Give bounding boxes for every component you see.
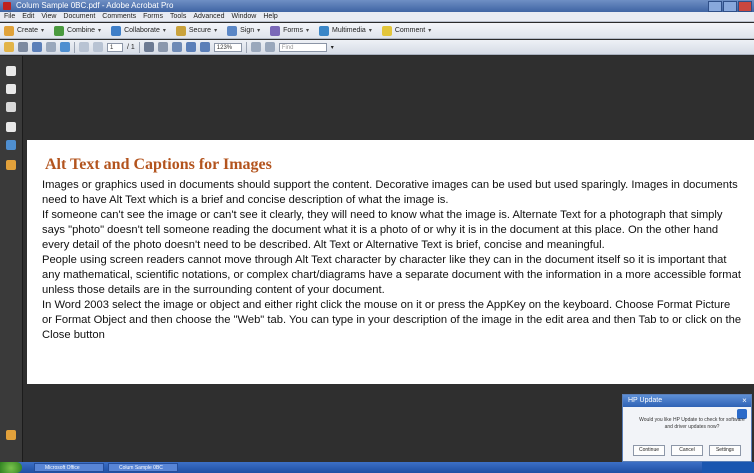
navigation-pane [0,56,23,462]
close-window-button[interactable] [738,1,752,12]
save-icon[interactable] [32,42,42,52]
open-folder-icon[interactable] [4,42,14,52]
fit-width-icon[interactable] [264,42,275,52]
page-number-input[interactable]: 1 [107,42,123,52]
acrobat-app-icon [3,2,11,10]
menu-tools[interactable]: Tools [170,12,186,21]
minimize-button[interactable] [708,1,722,12]
hp-update-dialog: HP Update × Would you like HP Update to … [622,394,752,462]
multimedia-button[interactable]: Multimedia ▾ [318,25,372,36]
menu-forms[interactable]: Forms [143,12,163,21]
chevron-down-icon[interactable]: ▾ [331,44,334,51]
lock-icon [175,25,186,36]
find-input[interactable]: Find [278,42,327,52]
pen-icon [227,25,238,36]
multimedia-icon [318,25,329,36]
menu-file[interactable]: File [4,12,15,21]
task-toolbar: Create ▾ Combine ▾ Collaborate ▾ Secure ▾ Si… [0,23,754,39]
fit-page-icon[interactable] [250,42,261,52]
forms-icon [270,25,281,36]
print-icon[interactable] [18,42,28,52]
previous-page-icon[interactable] [79,42,89,52]
combine-button[interactable]: Combine ▾ [54,25,102,36]
maximize-button[interactable] [723,1,737,12]
window-title: Colum Sample 0BC.pdf - Adobe Acrobat Pro [16,1,174,10]
chevron-down-icon: ▾ [214,28,218,34]
taskbar-item-office[interactable]: Microsoft Office [34,463,104,472]
collaborate-button[interactable]: Collaborate ▾ [111,25,166,36]
menu-comments[interactable]: Comments [102,12,136,21]
signatures-icon[interactable] [6,102,16,112]
chevron-down-icon: ▾ [98,28,102,34]
secure-button[interactable]: Secure ▾ [175,25,218,36]
options-icon[interactable] [6,430,16,440]
navigation-toolbar: 1 / 1 123% Find ▾ [0,40,754,55]
document-body: Images or graphics used in documents sho… [42,178,742,343]
attachments-icon[interactable] [6,122,16,132]
chevron-down-icon: ▾ [41,28,45,34]
menu-advanced[interactable]: Advanced [193,12,224,21]
forms-button[interactable]: Forms ▾ [270,25,309,36]
paragraph: In Word 2003 select the image or object … [42,299,742,341]
sign-button[interactable]: Sign ▾ [227,25,261,36]
collaborate-icon [111,25,122,36]
bookmarks-icon[interactable] [6,84,16,94]
chevron-down-icon: ▾ [368,28,372,34]
cancel-button[interactable]: Cancel [671,445,703,456]
layers-icon[interactable] [6,140,16,150]
zoom-level-field[interactable]: 123% [213,42,242,52]
window-controls [708,1,752,12]
comment-button[interactable]: Comment ▾ [381,25,432,36]
dialog-message: Would you like HP Update to check for so… [639,417,745,430]
settings-button[interactable]: Settings [709,445,741,456]
email-icon[interactable] [46,42,56,52]
document-heading: Alt Text and Captions for Images [45,156,272,173]
zoom-tool-icon[interactable] [171,42,182,52]
dialog-title: HP Update [623,395,751,407]
page-total-label: / 1 [127,43,135,51]
zoom-out-icon[interactable] [185,42,196,52]
comment-icon [381,25,392,36]
chevron-down-icon: ▾ [257,28,261,34]
paragraph: People using screen readers cannot move … [42,254,741,296]
chevron-down-icon: ▾ [305,28,309,34]
create-icon [4,25,14,36]
menu-help[interactable]: Help [263,12,277,21]
start-button[interactable] [0,462,22,473]
windows-taskbar: Microsoft Office Colum Sample 0BC [0,462,754,473]
close-icon[interactable]: × [740,396,749,405]
chevron-down-icon: ▾ [162,28,166,34]
next-page-icon[interactable] [93,42,103,52]
menu-edit[interactable]: Edit [22,12,34,21]
menu-bar: File Edit View Document Comments Forms T… [0,12,754,22]
combine-icon [54,25,65,36]
hand-tool-icon[interactable] [157,42,168,52]
dialog-buttons: Continue Cancel Settings [633,445,741,456]
paragraph: If someone can't see the image or can't … [42,209,723,251]
document-page: Alt Text and Captions for Images Images … [27,140,754,384]
select-tool-icon[interactable] [143,42,154,52]
separator [74,41,75,53]
create-button[interactable]: Create ▾ [4,25,45,36]
pages-icon[interactable] [6,66,16,76]
title-bar: Colum Sample 0BC.pdf - Adobe Acrobat Pro [0,0,754,12]
zoom-in-icon[interactable] [199,42,210,52]
taskbar-item-acrobat[interactable]: Colum Sample 0BC [108,463,178,472]
chevron-down-icon: ▾ [428,28,432,34]
share-icon[interactable] [60,42,70,52]
menu-view[interactable]: View [41,12,56,21]
paragraph: Images or graphics used in documents sho… [42,179,738,206]
continue-button[interactable]: Continue [633,445,665,456]
system-tray [702,462,754,473]
separator [245,41,247,53]
menu-window[interactable]: Window [231,12,256,21]
tags-icon[interactable] [6,160,16,170]
separator [138,41,140,53]
menu-document[interactable]: Document [63,12,95,21]
